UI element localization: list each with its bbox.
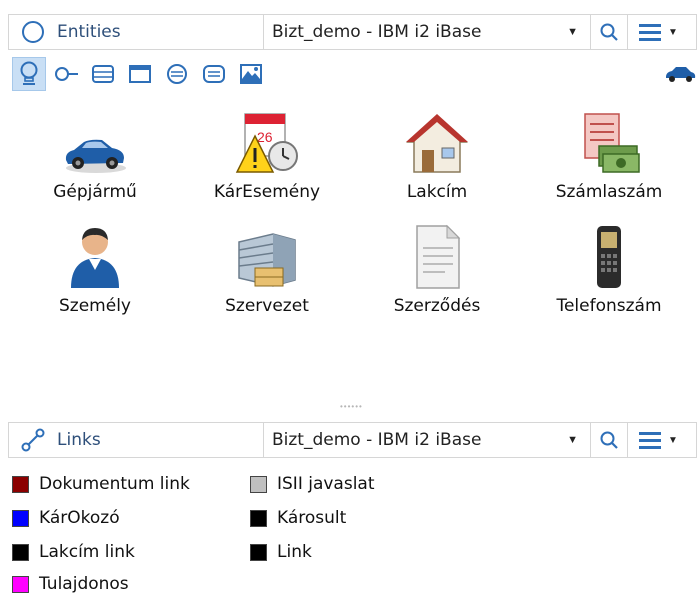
- links-title: Links: [57, 430, 101, 450]
- links-menu-button[interactable]: ▼: [628, 423, 688, 457]
- link-color-swatch: [250, 543, 267, 561]
- links-search-button[interactable]: [591, 423, 628, 457]
- splitter-grip-icon: ••••••: [340, 402, 363, 411]
- mobile-phone-icon: [534, 222, 684, 290]
- entity-item-szervezet[interactable]: Szervezet: [192, 222, 342, 316]
- link-type-item[interactable]: ISII javaslat: [250, 472, 375, 496]
- links-database-dropdown[interactable]: Bizt_demo - IBM i2 iBase ▼: [264, 423, 591, 457]
- entity-style-toolbar: [12, 54, 697, 94]
- link-type-label: Dokumentum link: [39, 474, 190, 494]
- entity-label: Lakcím: [406, 182, 468, 202]
- link-end-icon[interactable]: [49, 57, 83, 91]
- car-icon: [20, 108, 170, 176]
- circle-icon[interactable]: [160, 57, 194, 91]
- link-type-item[interactable]: Dokumentum link: [12, 472, 190, 496]
- entities-search-button[interactable]: [591, 15, 628, 49]
- entity-label: Szerződés: [393, 296, 481, 316]
- link-type-item[interactable]: Lakcím link: [12, 540, 135, 564]
- person-icon: [20, 222, 170, 290]
- chevron-down-icon: ▼: [668, 434, 678, 446]
- link-color-swatch: [250, 475, 267, 493]
- entity-item-szemely[interactable]: Személy: [20, 222, 170, 316]
- hamburger-menu-icon: [638, 22, 662, 42]
- entities-header: Entities Bizt_demo - IBM i2 iBase ▼ ▼: [8, 14, 697, 50]
- hamburger-menu-icon: [638, 430, 662, 450]
- link-type-label: Tulajdonos: [39, 574, 129, 594]
- entity-label: Telefonszám: [556, 296, 662, 316]
- link-type-item[interactable]: KárOkozó: [12, 506, 120, 530]
- entity-label: Személy: [59, 296, 131, 316]
- house-icon: [362, 108, 512, 176]
- link-type-item[interactable]: Károsult: [250, 506, 346, 530]
- picture-icon[interactable]: [234, 57, 268, 91]
- entity-label: Számlaszám: [555, 182, 663, 202]
- link-color-swatch: [12, 575, 29, 593]
- entity-palette: Gépjármű 26 KárEsemény Lakcím Számlaszám…: [0, 108, 697, 348]
- entity-label: KárEsemény: [213, 182, 321, 202]
- search-icon: [599, 430, 619, 450]
- box-icon[interactable]: [123, 57, 157, 91]
- entities-menu-button[interactable]: ▼: [628, 15, 688, 49]
- chevron-down-icon: ▼: [668, 26, 678, 38]
- links-database-value: Bizt_demo - IBM i2 iBase: [272, 430, 482, 450]
- circle-entity-icon: [21, 20, 45, 44]
- link-connector-icon: [21, 428, 45, 452]
- link-color-swatch: [12, 475, 29, 493]
- document-icon: [362, 222, 512, 290]
- frame-icon[interactable]: [86, 57, 120, 91]
- link-color-swatch: [250, 509, 267, 527]
- entity-item-karesemeny[interactable]: 26 KárEsemény: [192, 108, 342, 202]
- bulb-icon[interactable]: [12, 57, 46, 91]
- search-icon: [599, 22, 619, 42]
- link-type-label: KárOkozó: [39, 508, 120, 528]
- entities-title: Entities: [57, 22, 121, 42]
- entity-item-szamlaszam[interactable]: Számlaszám: [534, 108, 684, 202]
- entity-label: Szervezet: [225, 296, 309, 316]
- link-type-item[interactable]: Tulajdonos: [12, 572, 129, 596]
- link-color-swatch: [12, 509, 29, 527]
- entity-label: Gépjármű: [53, 182, 137, 202]
- link-type-label: ISII javaslat: [277, 474, 375, 494]
- entities-database-value: Bizt_demo - IBM i2 iBase: [272, 22, 482, 42]
- entity-item-gepjarmu[interactable]: Gépjármű: [20, 108, 170, 202]
- link-type-label: Link: [277, 542, 312, 562]
- incident-calendar-warning-icon: 26: [192, 108, 342, 176]
- entity-item-lakcim[interactable]: Lakcím: [362, 108, 512, 202]
- link-type-item[interactable]: Link: [250, 540, 312, 564]
- entities-title-area: Entities: [9, 15, 264, 49]
- bank-account-money-icon: [534, 108, 684, 176]
- links-header: Links Bizt_demo - IBM i2 iBase ▼ ▼: [8, 422, 697, 458]
- entities-database-dropdown[interactable]: Bizt_demo - IBM i2 iBase ▼: [264, 15, 591, 49]
- entity-item-szerzodes[interactable]: Szerződés: [362, 222, 512, 316]
- link-type-label: Károsult: [277, 508, 347, 528]
- link-type-label: Lakcím link: [39, 542, 135, 562]
- entity-item-telefonszam[interactable]: Telefonszám: [534, 222, 684, 316]
- links-legend: Dokumentum link KárOkozó Lakcím link Tul…: [10, 468, 697, 594]
- car-icon[interactable]: [663, 57, 697, 91]
- links-title-area: Links: [9, 423, 264, 457]
- link-color-swatch: [12, 543, 29, 561]
- rounded-box-icon[interactable]: [197, 57, 231, 91]
- panel-splitter[interactable]: ••••••: [0, 401, 697, 411]
- chevron-down-icon: ▼: [567, 26, 578, 38]
- svg-text:26: 26: [257, 129, 273, 145]
- organization-building-icon: [192, 222, 342, 290]
- chevron-down-icon: ▼: [567, 434, 578, 446]
